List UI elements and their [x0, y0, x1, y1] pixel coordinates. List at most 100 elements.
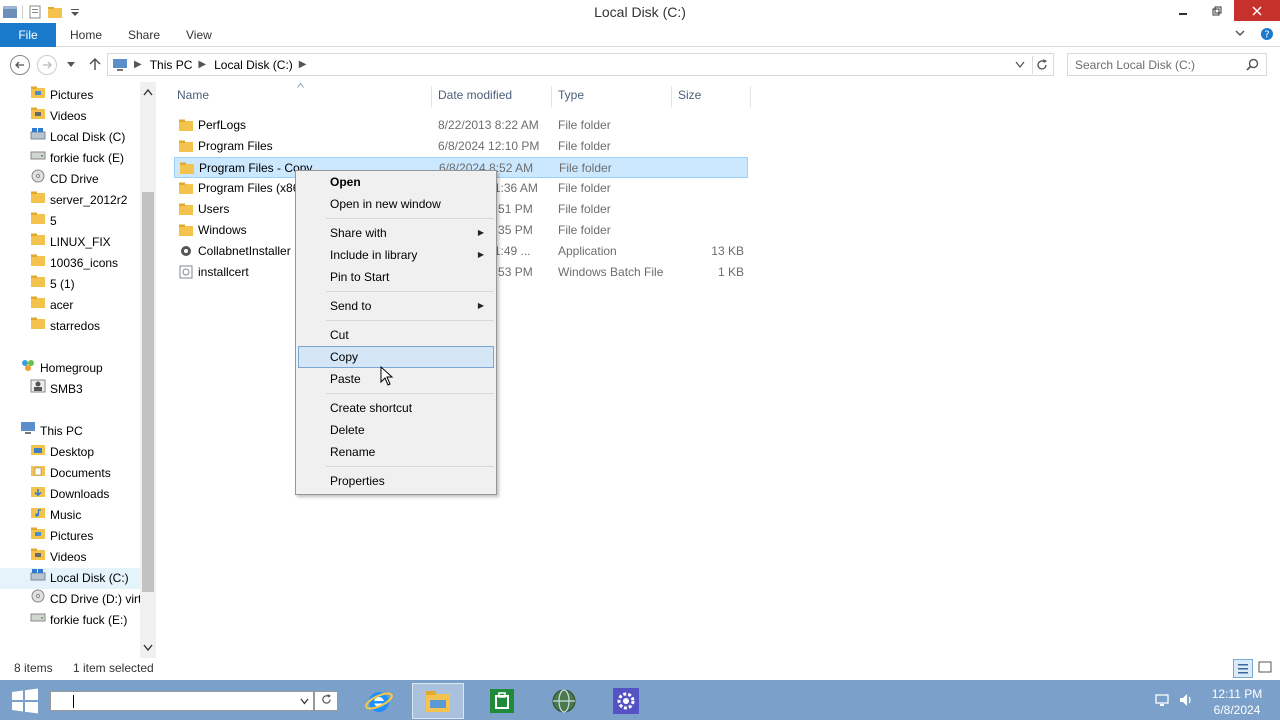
expand-ribbon-icon[interactable] [1234, 27, 1246, 39]
breadcrumb-separator[interactable]: ▶ [134, 59, 142, 70]
menu-item[interactable]: Paste [298, 368, 494, 390]
nav-item[interactable]: 5 [30, 211, 156, 232]
nav-item[interactable]: Videos [30, 547, 156, 568]
nav-item-label: 5 [50, 214, 57, 228]
nav-item[interactable]: Videos [30, 106, 156, 127]
file-type: File folder [558, 223, 611, 237]
nav-item-label: Videos [50, 109, 87, 123]
menu-item[interactable]: Create shortcut [298, 397, 494, 419]
nav-item[interactable]: SMB3 [30, 379, 83, 400]
nav-item[interactable]: Music [30, 505, 156, 526]
tab-home[interactable]: Home [70, 23, 102, 47]
menu-item[interactable]: Pin to Start [298, 266, 494, 288]
breadcrumb-this-pc[interactable]: This PC [150, 58, 193, 72]
minimize-button[interactable] [1166, 0, 1200, 21]
column-header-size[interactable]: Size [678, 88, 701, 106]
tab-file[interactable]: File [0, 23, 56, 47]
menu-item[interactable]: Cut [298, 324, 494, 346]
taskbar-address-input[interactable] [50, 691, 314, 711]
help-icon[interactable]: ? [1260, 27, 1274, 41]
column-header-name[interactable]: Name [177, 88, 209, 106]
nav-item[interactable]: 10036_icons [30, 253, 156, 274]
refresh-icon[interactable] [1036, 59, 1048, 71]
taskbar-app-settings[interactable] [600, 683, 652, 719]
close-button[interactable] [1234, 0, 1280, 21]
breadcrumb-local-disk[interactable]: Local Disk (C:) [214, 58, 293, 72]
nav-item[interactable]: acer [30, 295, 156, 316]
search-input[interactable]: Search Local Disk (C:) [1067, 53, 1267, 76]
nav-item[interactable]: Local Disk (C:) [0, 568, 140, 589]
nav-item-this-pc[interactable]: This PC [20, 421, 83, 442]
column-divider[interactable] [750, 86, 751, 108]
recent-locations-icon[interactable] [66, 61, 76, 69]
nav-item[interactable]: Pictures [30, 526, 156, 547]
menu-item-label: Send to [330, 299, 372, 313]
maximize-button[interactable] [1200, 0, 1234, 21]
network-tray-icon[interactable] [1154, 692, 1170, 708]
scroll-up-icon[interactable] [143, 88, 153, 96]
taskbar-refresh-button[interactable] [314, 691, 338, 711]
nav-item[interactable]: forkie fuck (E) [30, 148, 156, 169]
downloads-icon [30, 484, 46, 505]
taskbar-app-internet-explorer[interactable] [353, 683, 405, 719]
column-divider[interactable] [551, 86, 552, 108]
search-icon[interactable] [1246, 58, 1259, 71]
column-header-type[interactable]: Type [558, 88, 584, 106]
large-icons-view-button[interactable] [1256, 659, 1276, 678]
breadcrumb-separator[interactable]: ▶ [198, 59, 206, 70]
tab-view[interactable]: View [186, 23, 212, 47]
menu-item[interactable]: Send to ▶ [298, 295, 494, 317]
nav-item[interactable]: 5 (1) [30, 274, 156, 295]
menu-item[interactable]: Copy [298, 346, 494, 368]
breadcrumb-separator[interactable]: ▶ [299, 59, 307, 70]
file-row[interactable]: PerfLogs 8/22/2013 8:22 AM File folder [174, 115, 748, 136]
nav-item[interactable]: starredos [30, 316, 156, 337]
nav-item-label: forkie fuck (E) [50, 151, 125, 165]
nav-item[interactable]: server_2012r2 [30, 190, 156, 211]
back-button[interactable] [10, 55, 30, 75]
taskbar-clock[interactable]: 12:11 PM 6/8/2024 [1200, 686, 1274, 718]
start-button[interactable] [10, 686, 40, 716]
address-dropdown-icon[interactable] [1015, 61, 1025, 69]
menu-item[interactable]: Rename [298, 441, 494, 463]
taskbar-app-store[interactable] [476, 683, 528, 719]
menu-item[interactable]: Include in library ▶ [298, 244, 494, 266]
nav-scroll-thumb[interactable] [142, 192, 154, 592]
nav-item[interactable]: Pictures [30, 85, 156, 106]
menu-item[interactable]: Share with ▶ [298, 222, 494, 244]
settings-gear-icon [613, 688, 639, 714]
menu-item[interactable]: Open [298, 171, 494, 193]
address-bar[interactable]: ▶ This PC ▶ Local Disk (C:) ▶ [107, 53, 1054, 76]
tab-share[interactable]: Share [128, 23, 160, 47]
nav-item-homegroup[interactable]: Homegroup [20, 358, 103, 379]
menu-item[interactable]: Properties [298, 470, 494, 492]
nav-item-label: server_2012r2 [50, 193, 128, 207]
nav-item[interactable]: Desktop [30, 442, 156, 463]
nav-scrollbar[interactable] [140, 82, 156, 658]
menu-separator [326, 466, 494, 467]
menu-item[interactable]: Delete [298, 419, 494, 441]
scroll-down-icon[interactable] [143, 644, 153, 652]
column-divider[interactable] [431, 86, 432, 108]
column-divider[interactable] [671, 86, 672, 108]
nav-item[interactable]: LINUX_FIX [30, 232, 156, 253]
taskbar-address-dropdown-icon[interactable] [300, 698, 309, 705]
forward-button[interactable] [37, 55, 57, 75]
taskbar-app-network[interactable] [538, 683, 590, 719]
menu-separator [326, 393, 494, 394]
menu-item[interactable]: Open in new window [298, 193, 494, 215]
column-header-date[interactable]: Date modified [438, 88, 512, 106]
nav-item[interactable]: CD Drive [30, 169, 156, 190]
nav-item[interactable]: CD Drive (D:) virt [30, 589, 156, 610]
nav-item[interactable]: Documents [30, 463, 156, 484]
nav-item[interactable]: Downloads [30, 484, 156, 505]
nav-item[interactable]: Local Disk (C) [30, 127, 156, 148]
file-row[interactable]: Program Files 6/8/2024 12:10 PM File folde… [174, 136, 748, 157]
taskbar-app-file-explorer[interactable] [412, 683, 464, 719]
up-arrow-icon[interactable] [88, 57, 102, 71]
minimize-icon [1179, 12, 1187, 15]
volume-tray-icon[interactable] [1178, 692, 1194, 708]
nav-item[interactable]: forkie fuck (E:) [30, 610, 156, 631]
nav-item-label: SMB3 [50, 382, 83, 396]
details-view-button[interactable] [1233, 659, 1253, 678]
